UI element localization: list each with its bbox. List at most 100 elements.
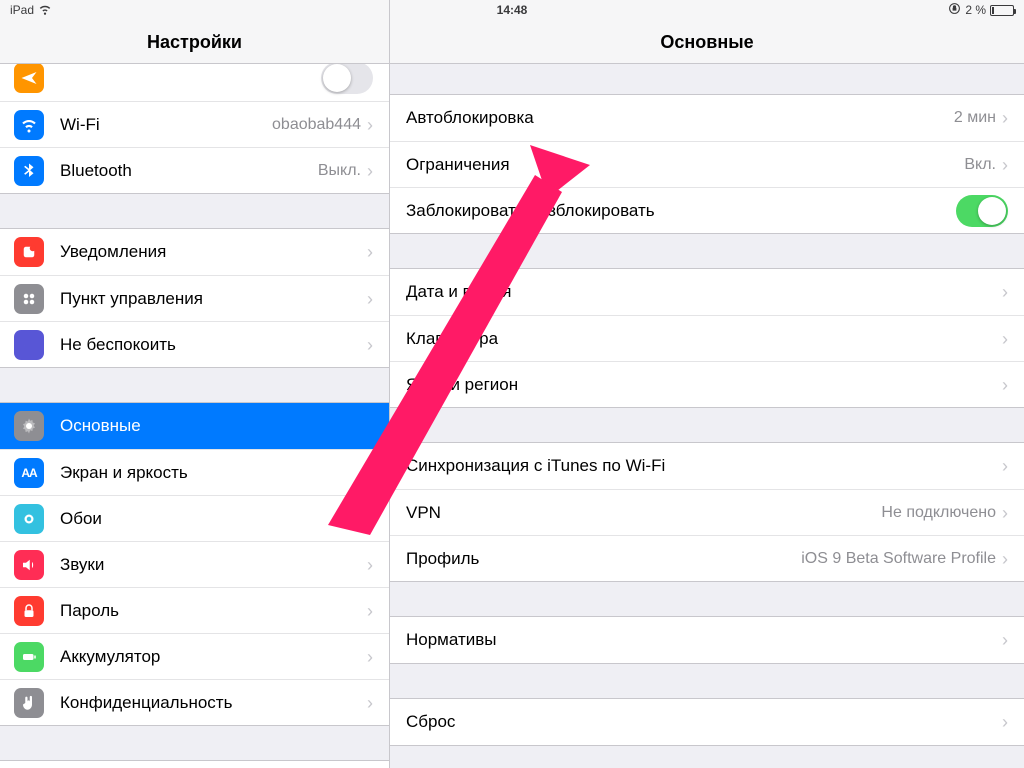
detail-group-0: Автоблокировка 2 мин › Ограничения Вкл. …	[390, 94, 1024, 234]
chevron-right-icon: ›	[1002, 330, 1008, 348]
sidebar-item-privacy[interactable]: Конфиденциальность ›	[0, 679, 389, 725]
chevron-right-icon: ›	[1002, 504, 1008, 522]
sidebar-item-label: Wi-Fi	[60, 115, 272, 135]
notifications-icon	[14, 237, 44, 267]
row-label: Сброс	[406, 712, 1002, 732]
sidebar-item-dnd[interactable]: Не беспокоить ›	[0, 321, 389, 367]
detail-group-2: Синхронизация с iTunes по Wi-Fi › VPN Не…	[390, 442, 1024, 582]
chevron-right-icon: ›	[1002, 283, 1008, 301]
sidebar-item-label: Уведомления	[60, 242, 367, 262]
battery-percent: 2 %	[965, 3, 986, 17]
battery-icon	[990, 5, 1014, 16]
sounds-icon	[14, 550, 44, 580]
sidebar-group-notifications: Уведомления › Пункт управления › Не бесп…	[0, 228, 389, 368]
sidebar-item-label: Пункт управления	[60, 289, 367, 309]
status-bar: iPad 14:48 2 %	[0, 0, 1024, 20]
sidebar-item-label: Обои	[60, 509, 367, 529]
gear-icon	[14, 411, 44, 441]
row-label: Нормативы	[406, 630, 1002, 650]
row-label: Автоблокировка	[406, 108, 954, 128]
row-language[interactable]: Язык и регион ›	[390, 361, 1024, 407]
row-vpn[interactable]: VPN Не подключено ›	[390, 489, 1024, 535]
settings-sidebar: Настройки Wi-Fi obaobab444 ›	[0, 0, 390, 768]
row-lock-unlock[interactable]: Заблокировать/разблокировать	[390, 187, 1024, 233]
sidebar-item-battery[interactable]: Аккумулятор ›	[0, 633, 389, 679]
row-datetime[interactable]: Дата и время ›	[390, 269, 1024, 315]
bluetooth-icon	[14, 156, 44, 186]
chevron-right-icon: ›	[367, 694, 373, 712]
sidebar-item-passcode[interactable]: Пароль ›	[0, 587, 389, 633]
chevron-right-icon: ›	[367, 602, 373, 620]
clock: 14:48	[497, 3, 528, 17]
sidebar-item-label: Звуки	[60, 555, 367, 575]
airplane-toggle[interactable]	[321, 64, 373, 94]
chevron-right-icon: ›	[367, 116, 373, 134]
sidebar-item-control-center[interactable]: Пункт управления ›	[0, 275, 389, 321]
row-autolock[interactable]: Автоблокировка 2 мин ›	[390, 95, 1024, 141]
sidebar-group-main: Основные AA Экран и яркость › Обои ›	[0, 402, 389, 726]
chevron-right-icon: ›	[1002, 457, 1008, 475]
moon-icon	[14, 330, 44, 360]
sidebar-item-airplane[interactable]	[0, 64, 389, 101]
detail-pane: Основные Автоблокировка 2 мин › Ограниче…	[390, 0, 1024, 768]
row-label: VPN	[406, 503, 881, 523]
row-label: Заблокировать/разблокировать	[406, 201, 956, 221]
chevron-right-icon: ›	[367, 162, 373, 180]
row-value: Не подключено	[881, 504, 996, 522]
sidebar-item-display[interactable]: AA Экран и яркость ›	[0, 449, 389, 495]
battery-icon	[14, 642, 44, 672]
row-label: Дата и время	[406, 282, 1002, 302]
chevron-right-icon: ›	[1002, 376, 1008, 394]
chevron-right-icon: ›	[1002, 156, 1008, 174]
row-label: Язык и регион	[406, 375, 1002, 395]
sidebar-item-bluetooth[interactable]: Bluetooth Выкл. ›	[0, 147, 389, 193]
sidebar-item-label: Не беспокоить	[60, 335, 367, 355]
chevron-right-icon: ›	[367, 556, 373, 574]
chevron-right-icon: ›	[1002, 550, 1008, 568]
row-regulatory[interactable]: Нормативы ›	[390, 617, 1024, 663]
lock-unlock-toggle[interactable]	[956, 195, 1008, 227]
chevron-right-icon: ›	[367, 648, 373, 666]
orientation-lock-icon	[948, 2, 961, 18]
sidebar-item-wallpaper[interactable]: Обои ›	[0, 495, 389, 541]
row-keyboard[interactable]: Клавиатура ›	[390, 315, 1024, 361]
sidebar-item-wifi[interactable]: Wi-Fi obaobab444 ›	[0, 101, 389, 147]
row-value: 2 мин	[954, 109, 996, 127]
detail-group-4: Сброс ›	[390, 698, 1024, 746]
row-reset[interactable]: Сброс ›	[390, 699, 1024, 745]
row-profile[interactable]: Профиль iOS 9 Beta Software Profile ›	[390, 535, 1024, 581]
detail-group-1: Дата и время › Клавиатура › Язык и регио…	[390, 268, 1024, 408]
sidebar-item-general[interactable]: Основные	[0, 403, 389, 449]
chevron-right-icon: ›	[1002, 109, 1008, 127]
sidebar-item-label: Экран и яркость	[60, 463, 367, 483]
sidebar-item-label: Конфиденциальность	[60, 693, 367, 713]
chevron-right-icon: ›	[367, 243, 373, 261]
detail-group-3: Нормативы ›	[390, 616, 1024, 664]
row-label: Профиль	[406, 549, 801, 569]
device-label: iPad	[10, 3, 34, 17]
sidebar-group-connectivity: Wi-Fi obaobab444 › Bluetooth Выкл. ›	[0, 64, 389, 194]
sidebar-item-value: obaobab444	[272, 116, 361, 134]
sidebar-item-sounds[interactable]: Звуки ›	[0, 541, 389, 587]
sidebar-item-label: Пароль	[60, 601, 367, 621]
row-restrictions[interactable]: Ограничения Вкл. ›	[390, 141, 1024, 187]
control-center-icon	[14, 284, 44, 314]
row-itunes-wifi[interactable]: Синхронизация с iTunes по Wi-Fi ›	[390, 443, 1024, 489]
sidebar-item-label: Основные	[60, 416, 373, 436]
sidebar-item-value: Выкл.	[318, 162, 361, 180]
row-value: Вкл.	[964, 156, 996, 174]
wifi-icon	[14, 110, 44, 140]
sidebar-item-icloud[interactable]: iCloud ›	[0, 761, 389, 768]
chevron-right-icon: ›	[367, 336, 373, 354]
sidebar-item-label: Bluetooth	[60, 161, 318, 181]
chevron-right-icon: ›	[367, 464, 373, 482]
chevron-right-icon: ›	[1002, 713, 1008, 731]
chevron-right-icon: ›	[1002, 631, 1008, 649]
row-label: Синхронизация с iTunes по Wi-Fi	[406, 456, 1002, 476]
row-value: iOS 9 Beta Software Profile	[801, 550, 996, 568]
wifi-icon	[38, 2, 52, 19]
sidebar-item-label: Аккумулятор	[60, 647, 367, 667]
hand-icon	[14, 688, 44, 718]
lock-icon	[14, 596, 44, 626]
sidebar-item-notifications[interactable]: Уведомления ›	[0, 229, 389, 275]
